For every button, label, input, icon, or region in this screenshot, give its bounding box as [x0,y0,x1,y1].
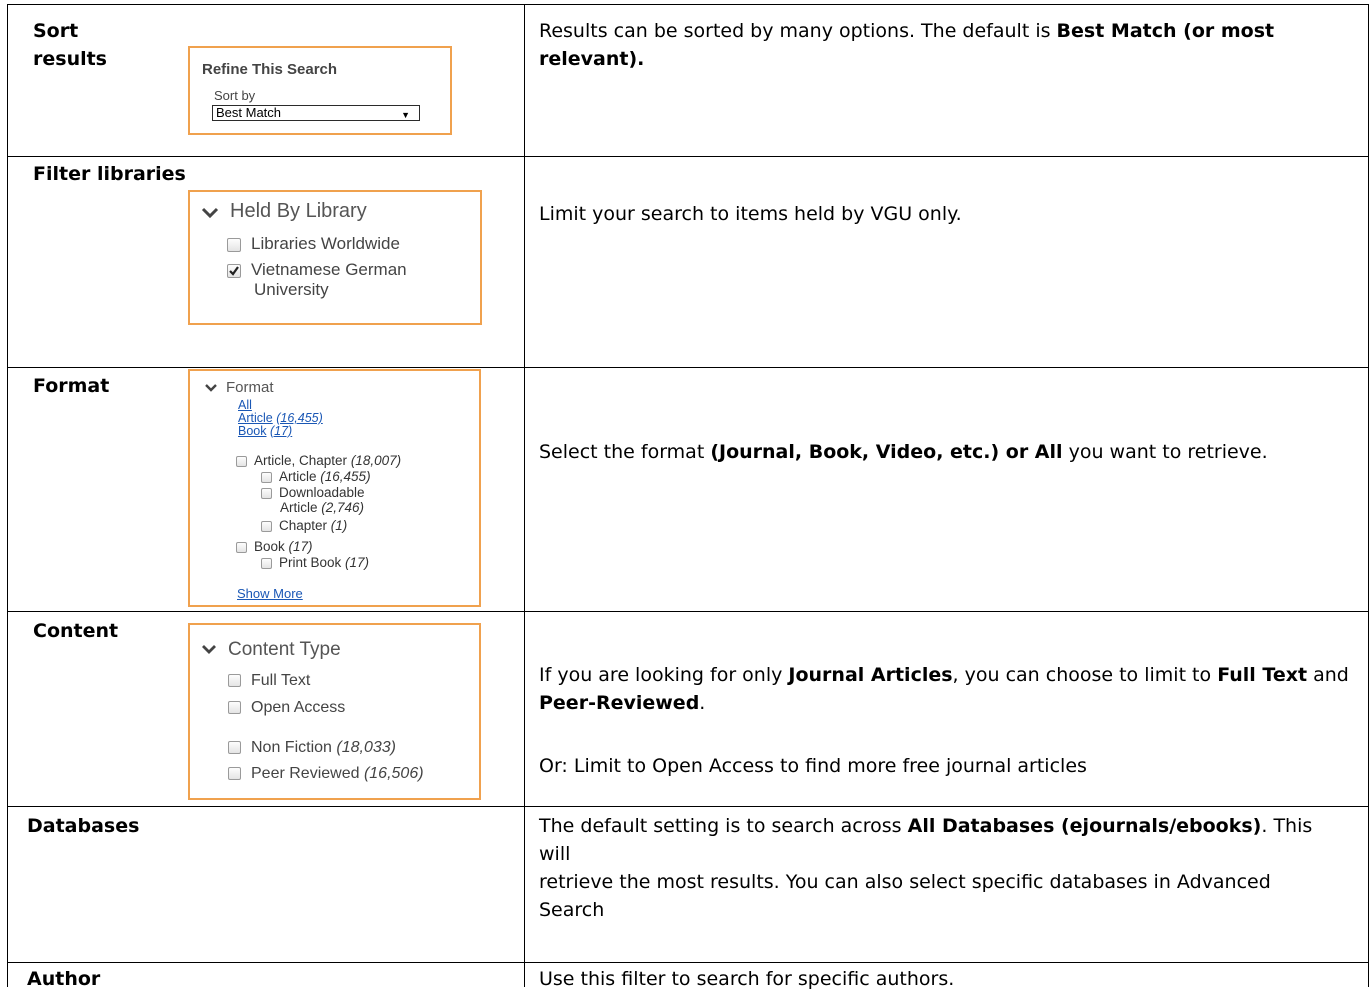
row-desc-author: Use this filter to search for specific a… [539,968,955,990]
chevron-down-icon [202,645,216,655]
row-divider-content [7,806,1369,807]
format-option-downloadable-article[interactable]: Downloadable Article (2,746) [261,485,365,515]
row-divider-filter [7,367,1369,368]
format-heading[interactable]: Format [204,379,274,396]
show-more-link[interactable]: Show More [237,586,303,601]
checkbox-unchecked[interactable] [261,487,272,499]
row-desc-content-p1: If you are looking for only Journal Arti… [539,664,1349,714]
library-option-worldwide[interactable]: Libraries Worldwide [227,234,400,254]
row-desc-databases: The default setting is to search across … [539,815,1313,921]
checkbox-unchecked[interactable] [228,767,241,781]
row-divider-sort [7,156,1369,157]
row-desc-content-p2: Or: Limit to Open Access to find more fr… [539,755,1087,777]
row-label-format: Format [33,375,110,397]
table-column-divider [524,4,525,987]
content-option-non-fiction[interactable]: Non Fiction (18,033) [228,739,396,757]
checkbox-unchecked[interactable] [228,674,241,688]
format-option-book[interactable]: Book (17) [236,539,313,554]
table-right-border [1368,4,1369,987]
row-label-author: Author [27,968,101,990]
refine-search-title: Refine This Search [202,61,338,78]
checkbox-unchecked[interactable] [228,741,241,755]
checkbox-unchecked[interactable] [236,455,247,467]
row-label-sort: Sort results [33,20,107,70]
held-by-library-widget: Held By Library Libraries Worldwide Viet… [188,190,482,325]
row-divider-databases [7,962,1369,963]
row-desc-filter: Limit your search to items held by VGU o… [539,203,962,225]
row-divider-format [7,611,1369,612]
content-option-full-text[interactable]: Full Text [228,672,310,690]
refine-search-widget: Refine This Search Sort by Best Match ▼ [188,46,452,135]
row-label-filter: Filter libraries [33,163,186,185]
content-option-peer-reviewed[interactable]: Peer Reviewed (16,506) [228,765,424,783]
checkbox-unchecked[interactable] [228,701,241,715]
content-type-heading[interactable]: Content Type [200,639,341,661]
format-widget: Format All Article (16,455) Book (17) Ar… [188,369,481,607]
held-by-library-heading[interactable]: Held By Library [200,200,367,223]
checkbox-unchecked[interactable] [236,541,247,553]
format-option-chapter[interactable]: Chapter (1) [261,518,347,533]
sort-by-selected-value: Best Match [216,105,282,120]
chevron-down-icon [201,207,219,218]
table-top-border [7,4,1369,5]
format-link-book[interactable]: Book (17) [238,425,292,438]
checkbox-unchecked[interactable] [227,237,241,252]
library-option-vgu[interactable]: Vietnamese German University [227,260,407,300]
content-type-widget: Content Type Full Text Open Access Non F… [188,623,481,800]
sort-by-label: Sort by [214,88,256,103]
format-option-article-chapter[interactable]: Article, Chapter (18,007) [236,453,401,468]
chevron-down-icon [205,384,217,392]
sort-by-select[interactable]: Best Match ▼ [212,105,420,121]
row-desc-format: Select the format (Journal, Book, Video,… [539,441,1268,463]
checkmark-icon [229,265,239,276]
content-option-open-access[interactable]: Open Access [228,699,345,717]
checkbox-checked[interactable] [227,263,241,278]
format-option-article[interactable]: Article (16,455) [261,469,371,484]
checkbox-unchecked[interactable] [261,471,272,483]
table-left-border [7,4,8,987]
row-label-databases: Databases [27,815,140,837]
format-option-print-book[interactable]: Print Book (17) [261,555,369,570]
checkbox-unchecked[interactable] [261,557,272,569]
row-label-content: Content [33,620,119,642]
dropdown-arrow-icon: ▼ [401,110,410,120]
checkbox-unchecked[interactable] [261,520,272,532]
row-desc-sort: Results can be sorted by many options. T… [539,20,1275,70]
